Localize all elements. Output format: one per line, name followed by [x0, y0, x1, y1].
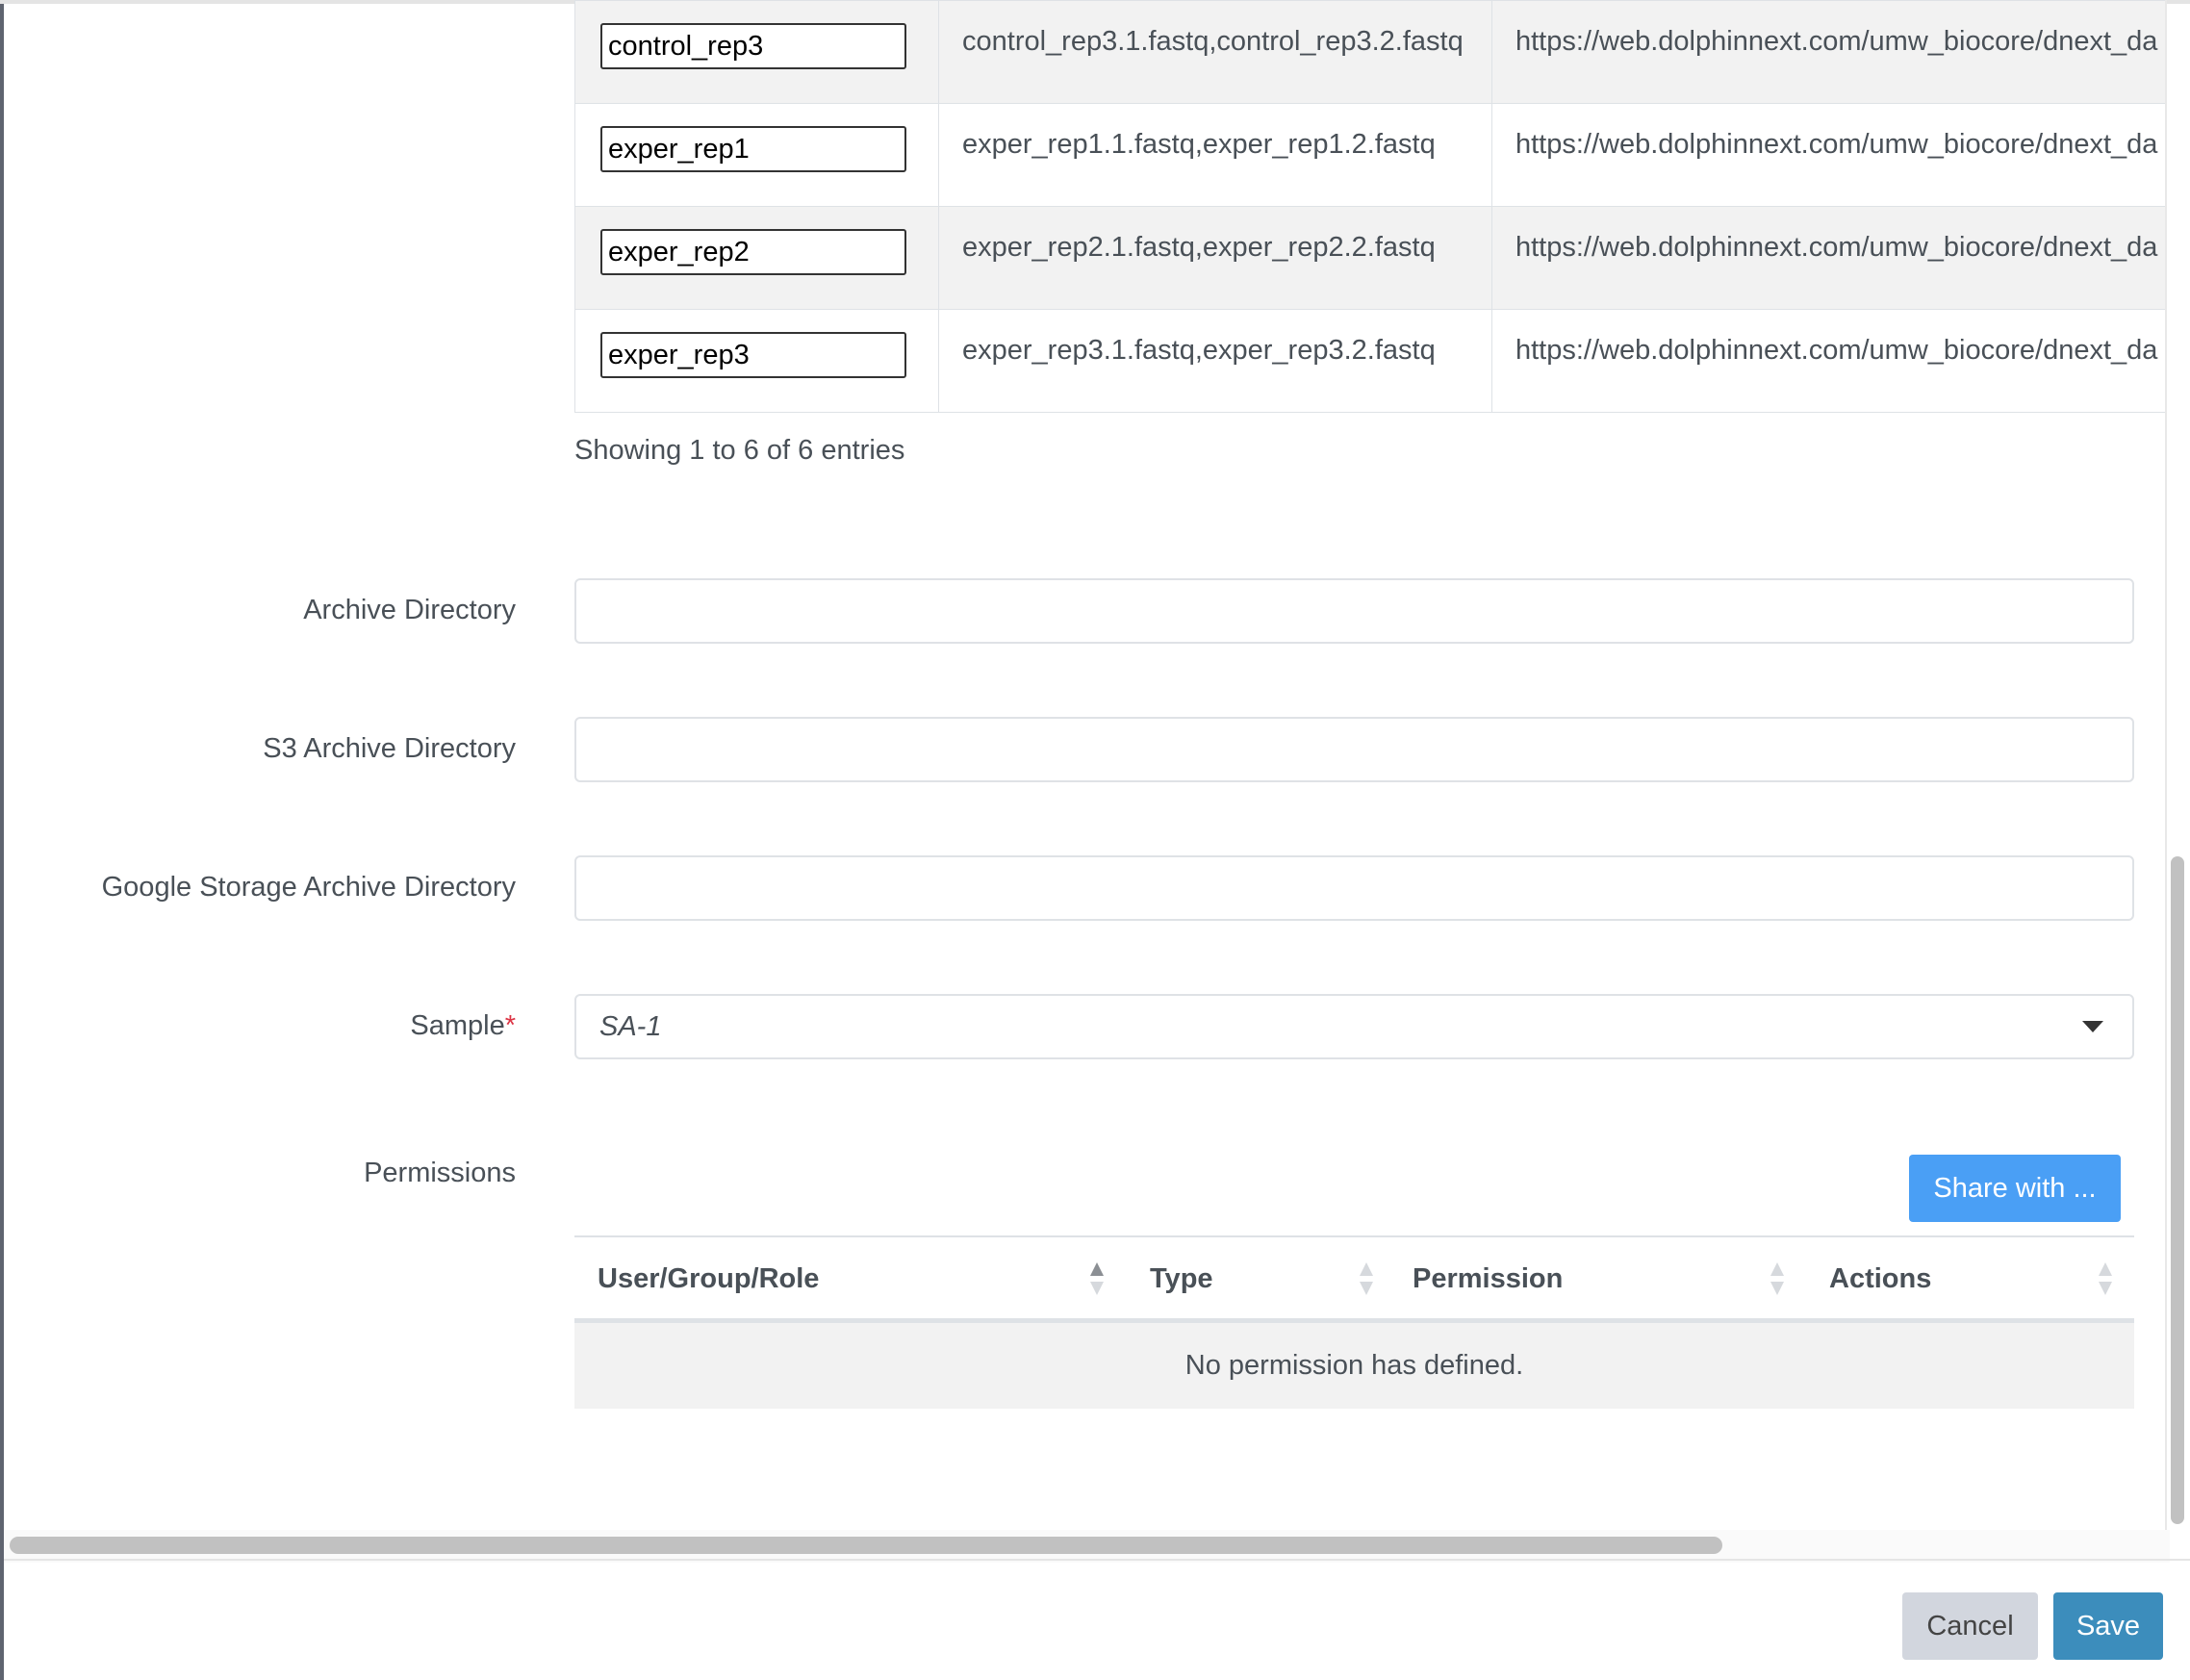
files-cell: control_rep3.1.fastq,control_rep3.2.fast…: [962, 26, 1464, 57]
archive-directory-label: Archive Directory: [303, 595, 516, 625]
s3-archive-directory-input[interactable]: [574, 717, 2134, 782]
chevron-down-icon: [2082, 1021, 2103, 1032]
required-mark: *: [504, 1010, 516, 1041]
files-table: control_rep3 control_rep3.1.fastq,contro…: [574, 0, 2167, 413]
s3-archive-directory-label: S3 Archive Directory: [263, 733, 516, 764]
table-row: exper_rep3 exper_rep3.1.fastq,exper_rep3…: [574, 309, 2167, 413]
permissions-table: User/Group/Role Type Permission Actions …: [574, 1235, 2134, 1409]
url-cell: https://web.dolphinnext.com/umw_biocore/…: [1515, 26, 2158, 57]
files-cell: exper_rep1.1.fastq,exper_rep1.2.fastq: [962, 129, 1436, 160]
column-actions[interactable]: Actions: [1829, 1237, 1931, 1320]
sort-icon: [1090, 1262, 1104, 1297]
table-row: control_rep3 control_rep3.1.fastq,contro…: [574, 0, 2167, 104]
window-left-border: [0, 0, 4, 1680]
table-row: exper_rep2 exper_rep2.1.fastq,exper_rep2…: [574, 206, 2167, 310]
sort-icon: [1360, 1262, 1373, 1297]
cancel-button[interactable]: Cancel: [1902, 1592, 2038, 1660]
column-user-group-role[interactable]: User/Group/Role: [598, 1237, 819, 1320]
horizontal-scrollbar[interactable]: [10, 1537, 1722, 1554]
vertical-scrollbar[interactable]: [2171, 856, 2184, 1524]
files-cell: exper_rep2.1.fastq,exper_rep2.2.fastq: [962, 232, 1436, 263]
sample-name-input[interactable]: exper_rep3: [600, 332, 906, 378]
empty-table-message: No permission has defined.: [574, 1323, 2134, 1409]
sample-label: Sample*: [410, 1010, 516, 1042]
url-cell: https://web.dolphinnext.com/umw_biocore/…: [1515, 129, 2158, 160]
google-storage-archive-directory-label: Google Storage Archive Directory: [101, 872, 516, 903]
column-permission[interactable]: Permission: [1413, 1237, 1563, 1320]
sample-select[interactable]: SA-1: [574, 994, 2134, 1059]
google-storage-archive-directory-input[interactable]: [574, 855, 2134, 921]
table-row: exper_rep1 exper_rep1.1.fastq,exper_rep1…: [574, 103, 2167, 207]
sample-selected-value: SA-1: [599, 1010, 662, 1042]
url-cell: https://web.dolphinnext.com/umw_biocore/…: [1515, 335, 2158, 366]
save-button[interactable]: Save: [2053, 1592, 2163, 1660]
files-cell: exper_rep3.1.fastq,exper_rep3.2.fastq: [962, 335, 1436, 366]
sample-name-input[interactable]: exper_rep2: [600, 229, 906, 275]
archive-directory-input[interactable]: [574, 578, 2134, 644]
sort-icon: [1770, 1262, 1784, 1297]
permissions-label: Permissions: [364, 1158, 516, 1188]
sample-name-input[interactable]: control_rep3: [600, 23, 906, 69]
sample-label-text: Sample: [410, 1010, 505, 1041]
sort-icon: [2099, 1262, 2112, 1297]
modal-footer-divider: [4, 1559, 2190, 1561]
table-info-text: Showing 1 to 6 of 6 entries: [574, 435, 905, 466]
url-cell: https://web.dolphinnext.com/umw_biocore/…: [1515, 232, 2158, 263]
permissions-table-header: User/Group/Role Type Permission Actions: [574, 1235, 2134, 1323]
share-with-button[interactable]: Share with ...: [1909, 1155, 2121, 1222]
column-type[interactable]: Type: [1150, 1237, 1213, 1320]
sample-name-input[interactable]: exper_rep1: [600, 126, 906, 172]
content-right-edge: [2165, 0, 2167, 1530]
